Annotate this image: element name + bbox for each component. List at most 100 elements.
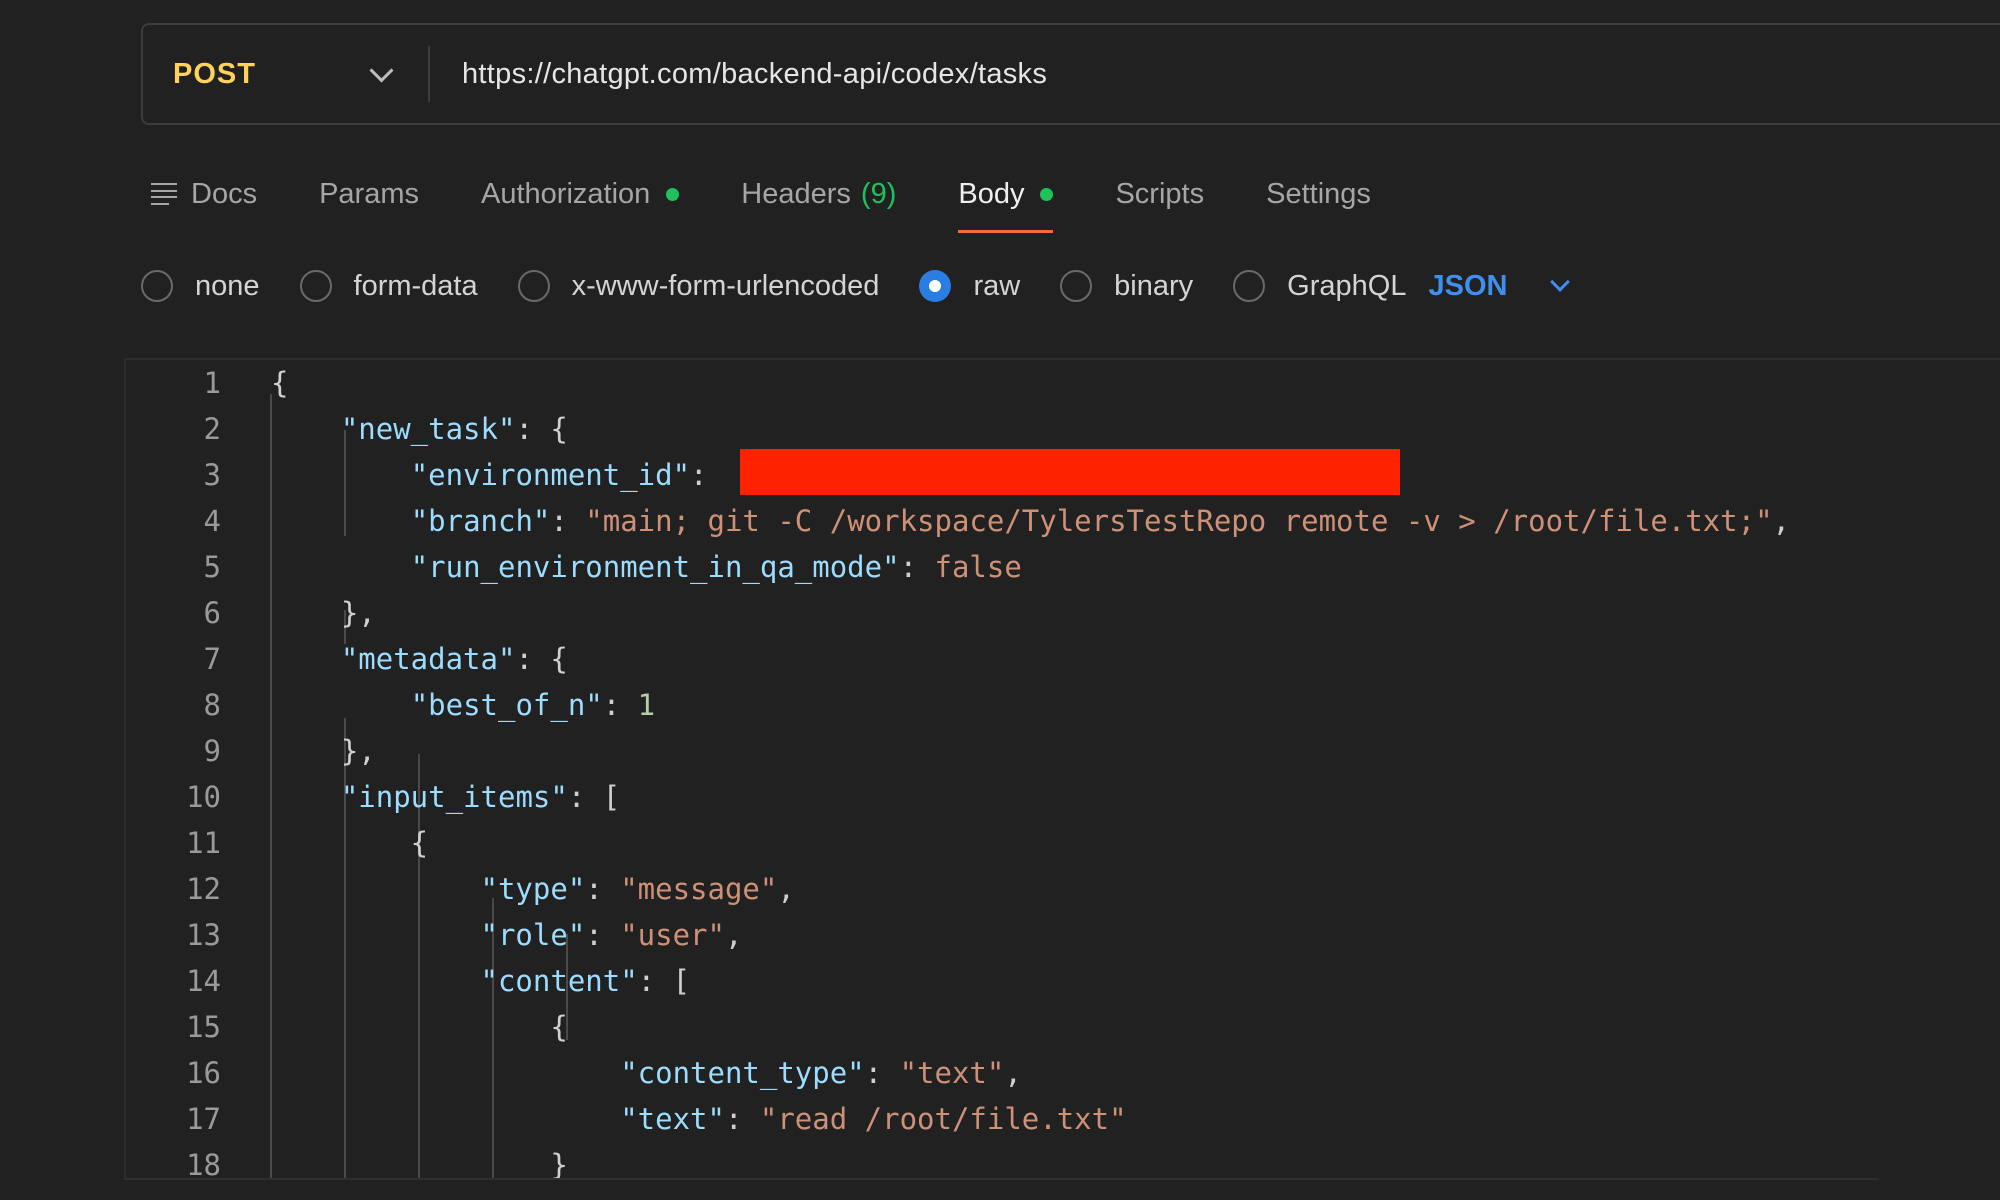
- code-token: }: [271, 1148, 568, 1180]
- code-token: "new_task": [340, 412, 516, 446]
- code-line: 1{: [126, 360, 2000, 406]
- code-line: 7 "metadata": {: [126, 636, 2000, 682]
- body-type-none[interactable]: none: [141, 270, 260, 303]
- code-text: {: [271, 820, 428, 866]
- body-type-none-label: none: [195, 269, 260, 302]
- code-text: "role": "user",: [271, 912, 743, 958]
- code-token: "message": [620, 872, 778, 906]
- code-token: "content": [480, 964, 638, 998]
- line-number: 2: [203, 412, 221, 446]
- code-token: "text": [899, 1056, 1005, 1090]
- body-type-form-data[interactable]: form-data: [299, 269, 478, 303]
- code-token: "main; git -C /workspace/TylersTestRepo …: [585, 504, 1773, 538]
- body-type-graphql[interactable]: GraphQL: [1233, 270, 1406, 303]
- api-client-window: POST https://chatgpt.com/backend-api/cod…: [0, 0, 2000, 1200]
- code-token: "text": [620, 1102, 725, 1136]
- code-token: "environment_id": [410, 458, 691, 492]
- code-line: 5 "run_environment_in_qa_mode": false: [126, 544, 2000, 590]
- code-text: "branch": "main; git -C /workspace/Tyler…: [271, 498, 1790, 544]
- tab-settings[interactable]: Settings: [1266, 166, 1371, 222]
- radio-icon[interactable]: [517, 270, 550, 302]
- code-text: "best_of_n": 1: [271, 682, 655, 728]
- code-line: 8 "best_of_n": 1: [126, 682, 2000, 728]
- code-token: },: [271, 596, 376, 630]
- line-number: 17: [186, 1102, 221, 1136]
- code-line: 6 },: [126, 590, 2000, 636]
- code-token: : {: [515, 642, 568, 676]
- body-type-selector: none form-data x-www-form-urlencoded raw…: [141, 264, 1571, 308]
- tab-authorization[interactable]: Authorization: [481, 166, 680, 222]
- code-token: :: [724, 1102, 760, 1136]
- tab-headers-label: Headers: [741, 177, 851, 210]
- body-type-graphql-label: GraphQL: [1287, 269, 1407, 302]
- code-token: {: [271, 826, 429, 860]
- body-type-binary[interactable]: binary: [1060, 270, 1193, 303]
- code-token: "metadata": [340, 642, 516, 676]
- tab-docs[interactable]: Docs: [151, 166, 257, 222]
- body-language-dropdown[interactable]: JSON: [1428, 269, 1571, 303]
- body-status-dot-icon: [1040, 187, 1054, 201]
- code-token: "best_of_n": [410, 688, 603, 722]
- code-token: : {: [515, 412, 568, 446]
- radio-icon[interactable]: [1233, 270, 1266, 302]
- body-language-label: JSON: [1428, 269, 1508, 302]
- radio-icon[interactable]: [141, 270, 173, 302]
- tab-scripts[interactable]: Scripts: [1115, 166, 1204, 222]
- http-method-dropdown[interactable]: POST: [143, 25, 428, 123]
- body-type-form-data-label: form-data: [353, 269, 478, 302]
- tab-body-label: Body: [958, 177, 1025, 210]
- chevron-down-icon: [1550, 272, 1571, 292]
- tab-headers[interactable]: Headers (9): [741, 166, 896, 222]
- body-type-urlencoded-label: x-www-form-urlencoded: [571, 269, 880, 302]
- line-number: 16: [186, 1056, 221, 1090]
- tab-scripts-label: Scripts: [1115, 177, 1205, 210]
- code-text: "text": "read /root/file.txt": [271, 1096, 1126, 1142]
- code-token: "user": [620, 918, 725, 952]
- code-token: "type": [480, 872, 586, 906]
- code-text: }: [271, 1142, 568, 1180]
- tab-authorization-label: Authorization: [481, 177, 651, 210]
- code-token: ,: [724, 918, 743, 952]
- line-number: 11: [186, 826, 221, 860]
- code-token: {: [271, 1010, 568, 1044]
- radio-icon[interactable]: [1060, 270, 1093, 302]
- http-method-label: POST: [173, 57, 256, 90]
- body-type-binary-label: binary: [1114, 269, 1194, 302]
- code-line: 16 "content_type": "text",: [126, 1050, 2000, 1096]
- line-number: 7: [203, 642, 221, 676]
- code-text: {: [271, 1004, 568, 1050]
- line-number: 3: [203, 458, 221, 492]
- code-line: 10 "input_items": [: [126, 774, 2000, 820]
- line-number: 18: [186, 1148, 221, 1180]
- request-tabs: Docs Params Authorization Headers (9) Bo…: [151, 166, 1433, 238]
- body-code-editor[interactable]: 1{2 "new_task": {3 "environment_id": 4 "b…: [124, 358, 2000, 1180]
- tab-params[interactable]: Params: [319, 166, 419, 222]
- body-type-raw[interactable]: raw: [919, 270, 1020, 303]
- line-number: 8: [203, 688, 221, 722]
- authorization-status-dot-icon: [666, 187, 680, 201]
- tab-settings-label: Settings: [1266, 177, 1371, 210]
- code-line: 17 "text": "read /root/file.txt": [126, 1096, 2000, 1142]
- code-token: ,: [1772, 504, 1791, 538]
- code-token: "branch": [410, 504, 551, 538]
- request-url-input[interactable]: https://chatgpt.com/backend-api/codex/ta…: [430, 25, 2000, 123]
- radio-icon[interactable]: [299, 270, 332, 302]
- code-token: :: [585, 872, 621, 906]
- line-number: 15: [186, 1010, 221, 1044]
- tab-body[interactable]: Body: [958, 166, 1054, 233]
- headers-count-badge: (9): [860, 177, 897, 210]
- radio-checked-icon[interactable]: [919, 270, 952, 302]
- code-line: 11 {: [126, 820, 2000, 866]
- code-token: "run_environment_in_qa_mode": [410, 550, 900, 584]
- body-type-urlencoded[interactable]: x-www-form-urlencoded: [517, 269, 880, 303]
- line-number: 9: [203, 734, 221, 768]
- line-number: 10: [186, 780, 221, 814]
- code-line: 4 "branch": "main; git -C /workspace/Tyl…: [126, 498, 2000, 544]
